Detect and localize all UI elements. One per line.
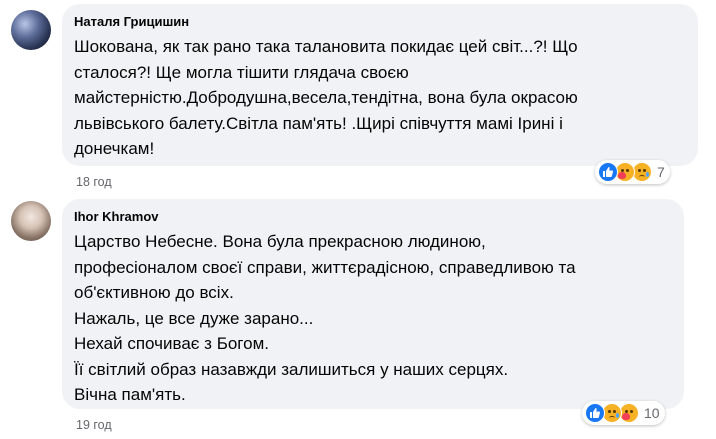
comment-timestamp[interactable]: 19 год (76, 418, 112, 432)
avatar[interactable] (11, 10, 51, 50)
comment-line: професіоналом своєї справи, життєрадісно… (74, 257, 576, 277)
comment-line: Вічна пам'ять. (74, 385, 186, 404)
comment-author[interactable]: Наталя Грицишин (74, 14, 189, 29)
comment-line: майстерністю.Добродушна,весела,тендітна,… (74, 88, 578, 107)
comment-timestamp[interactable]: 18 год (76, 175, 112, 189)
care-icon (619, 403, 639, 423)
comment-line: сталося?! Ще могла тішити глядача своєю (74, 62, 409, 82)
comment-author[interactable]: Ihor Khramov (74, 209, 159, 224)
sad-icon (602, 403, 622, 423)
comment-line: Нажаль, це все дуже зарано... (74, 308, 314, 328)
comment-line: Нехай спочиває з Богом. (74, 334, 269, 353)
comment-line: об'єктивною до всіх. (74, 283, 234, 302)
comment-text: Царство Небесне. Вона була прекрасною лю… (74, 229, 576, 408)
comment-bubble: Ihor Khramov Царство Небесне. Вона була … (62, 199, 684, 409)
comment-1: Наталя Грицишин Шокована, як так рано та… (0, 0, 716, 195)
reaction-count: 7 (657, 164, 665, 180)
avatar[interactable] (11, 201, 51, 241)
comment-bubble: Наталя Грицишин Шокована, як так рано та… (62, 4, 698, 166)
comment-line: донечкам! (74, 139, 155, 158)
comment-line: Її світлий образ назавжди залишиться у н… (74, 359, 509, 379)
like-icon (585, 403, 605, 423)
comment-line: львівського балету.Світла пам'ять! .Щирі… (74, 113, 563, 133)
comment-text: Шокована, як так рано така талановита по… (74, 34, 578, 162)
comment-2: Ihor Khramov Царство Небесне. Вона була … (0, 195, 716, 439)
reactions-summary[interactable]: 7 (595, 160, 670, 184)
comment-line: Царство Небесне. Вона була прекрасною лю… (74, 232, 486, 251)
sad-icon (632, 162, 652, 182)
comment-line: Шокована, як так рано така талановита по… (74, 37, 578, 56)
reactions-summary[interactable]: 10 (582, 401, 665, 425)
like-icon (598, 162, 618, 182)
care-icon (615, 162, 635, 182)
reaction-count: 10 (644, 405, 660, 421)
